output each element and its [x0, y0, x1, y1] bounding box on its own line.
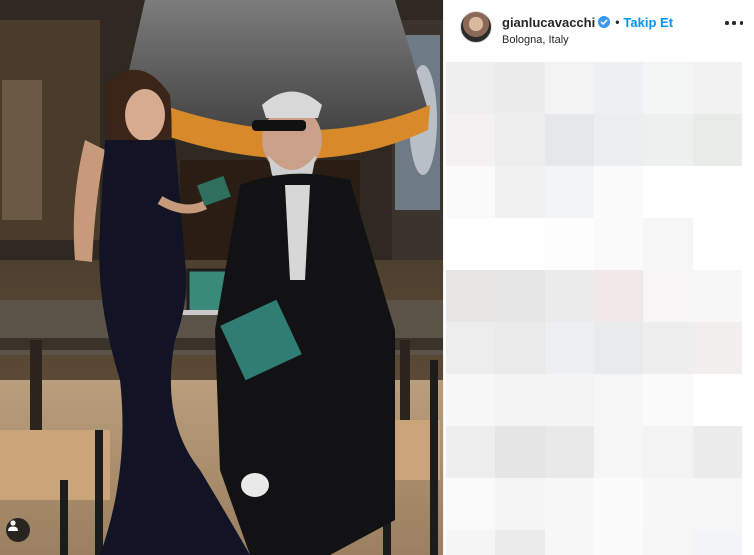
pixel-tile [593, 426, 644, 478]
pixel-tile [692, 426, 742, 478]
pixel-tile [446, 270, 496, 322]
pixel-tile [593, 478, 644, 530]
header-separator: • [615, 15, 620, 29]
pixel-tile [692, 374, 742, 426]
pixel-tile [593, 166, 644, 218]
pixel-tile [495, 166, 545, 218]
verified-badge-icon [598, 16, 611, 28]
pixel-tile [643, 166, 693, 218]
pixel-tile [544, 270, 594, 322]
photo-illustration [0, 0, 443, 555]
pixel-tile [692, 270, 742, 322]
pixel-tile [544, 322, 594, 374]
pixel-tile [692, 114, 742, 166]
pixel-tile [446, 530, 496, 555]
pixel-tile [446, 166, 496, 218]
pixel-tile [593, 374, 644, 426]
pixel-tile [643, 218, 693, 270]
location-link[interactable]: Bologna, Italy [502, 35, 673, 46]
pixel-tile [593, 322, 644, 374]
pixel-tile [544, 374, 594, 426]
pixel-tile [495, 426, 545, 478]
post-header-text: gianlucavacchi • Takip Et Bologna, Italy [502, 11, 673, 46]
user-tag-icon[interactable] [6, 518, 30, 542]
pixel-tile [446, 114, 496, 166]
pixel-tile [643, 114, 693, 166]
pixel-tile [544, 530, 594, 555]
post-side-panel: gianlucavacchi • Takip Et Bologna, Italy [443, 0, 754, 555]
pixel-tile [643, 322, 693, 374]
pixel-tile [643, 530, 693, 555]
pixel-tile [446, 374, 496, 426]
header-username-row: gianlucavacchi • Takip Et [502, 14, 673, 30]
pixel-tile [446, 478, 496, 530]
username-link[interactable]: gianlucavacchi [502, 16, 595, 29]
more-options-icon[interactable] [725, 18, 743, 28]
pixel-tile [495, 270, 545, 322]
pixel-tile [692, 322, 742, 374]
pixel-tile [692, 478, 742, 530]
pixel-tile [544, 218, 594, 270]
pixel-tile [593, 62, 644, 114]
pixelated-comments-area [446, 62, 742, 555]
post-photo[interactable] [0, 0, 443, 555]
pixel-tile [692, 530, 742, 555]
pixel-tile [495, 114, 545, 166]
pixel-tile [544, 62, 594, 114]
pixel-tile [544, 114, 594, 166]
pixel-tile [593, 114, 644, 166]
pixel-tile [544, 478, 594, 530]
pixel-tile [495, 478, 545, 530]
pixel-tile [495, 218, 545, 270]
pixel-tile [495, 322, 545, 374]
pixel-tile [495, 62, 545, 114]
pixel-tile [446, 218, 496, 270]
pixel-tile [446, 426, 496, 478]
follow-button[interactable]: Takip Et [623, 16, 673, 29]
pixel-tile [692, 218, 742, 270]
pixel-tile [446, 62, 496, 114]
pixel-tile [593, 270, 644, 322]
pixel-tile [495, 374, 545, 426]
pixel-tile [692, 62, 742, 114]
pixel-tile [643, 270, 693, 322]
pixel-tile [495, 530, 545, 555]
pixel-tile [643, 426, 693, 478]
pixel-tile [544, 166, 594, 218]
avatar[interactable] [460, 11, 492, 43]
pixel-tile [643, 374, 693, 426]
post-header: gianlucavacchi • Takip Et Bologna, Italy [444, 0, 754, 56]
pixel-tile [643, 62, 693, 114]
pixel-tile [593, 218, 644, 270]
pixel-tile [544, 426, 594, 478]
pixel-tile [643, 478, 693, 530]
pixel-tile [692, 166, 742, 218]
pixel-tile [593, 530, 644, 555]
pixel-tile [446, 322, 496, 374]
